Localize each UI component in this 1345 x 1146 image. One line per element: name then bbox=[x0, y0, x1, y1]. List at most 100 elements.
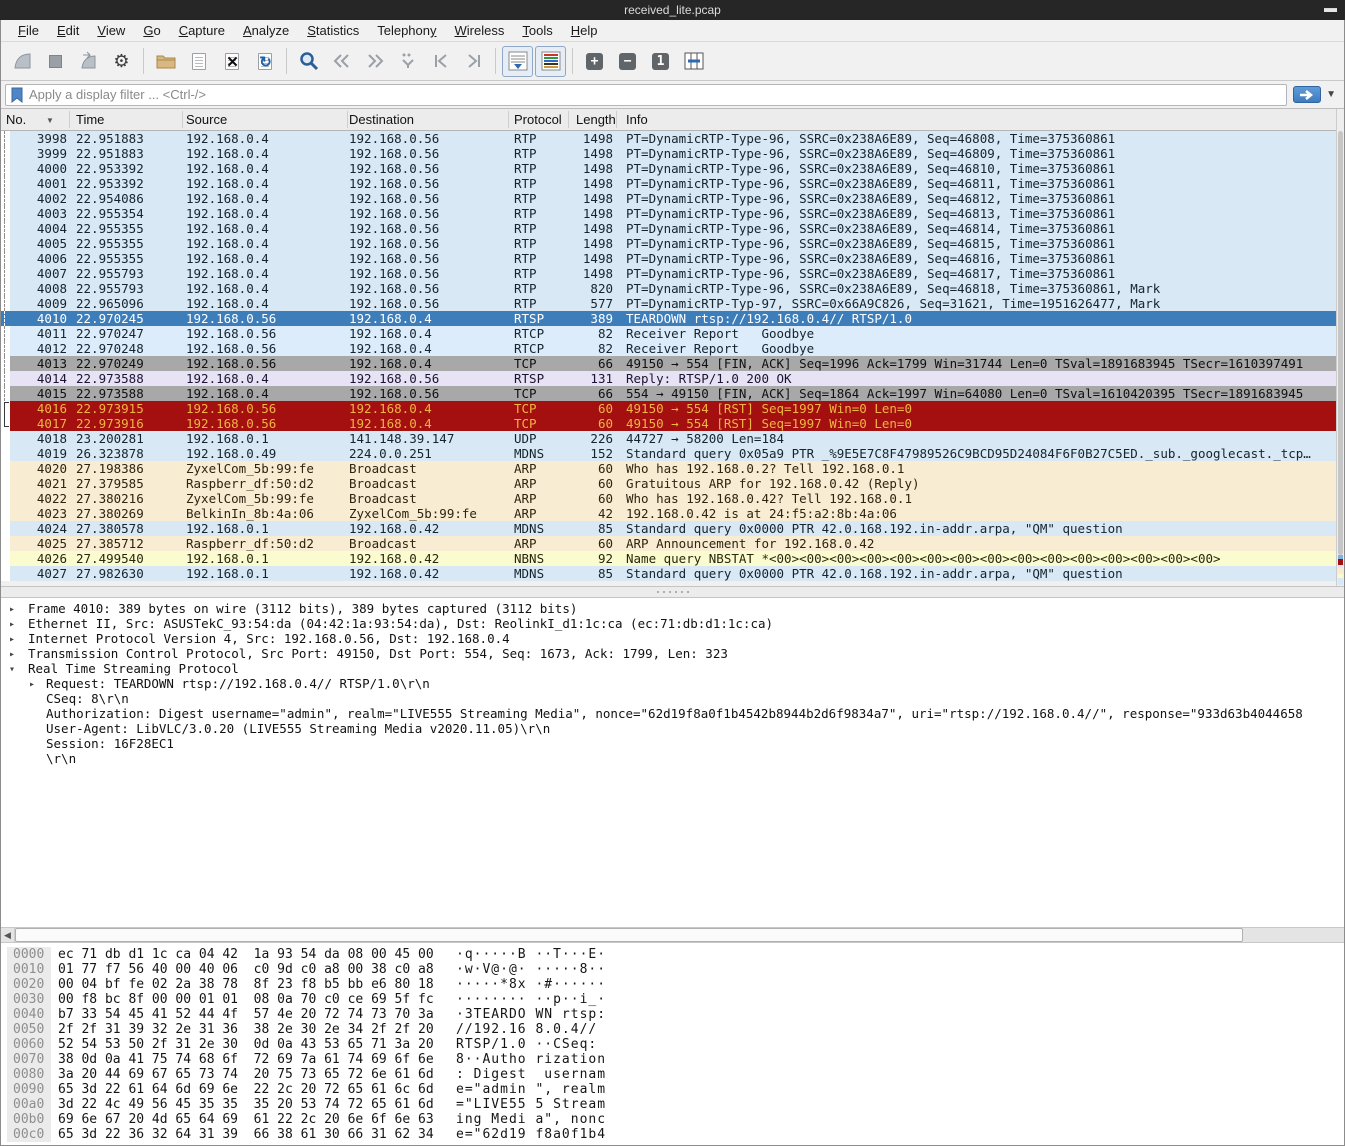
packet-row-4013[interactable]: 401322.970249192.168.0.56192.168.0.4TCP6… bbox=[1, 356, 1336, 371]
go-forward-button[interactable] bbox=[359, 46, 390, 77]
h-scrollbar-thumb[interactable] bbox=[15, 928, 1243, 942]
go-back-button[interactable] bbox=[326, 46, 357, 77]
hex-row-0000[interactable]: 0000ec 71 db d1 1c ca 04 42 1a 93 54 da … bbox=[1, 947, 1344, 962]
detail-line[interactable]: ▸Transmission Control Protocol, Src Port… bbox=[1, 646, 1344, 661]
menu-help[interactable]: Help bbox=[562, 21, 607, 40]
expander-icon[interactable]: ▸ bbox=[9, 647, 23, 662]
display-filter-input[interactable] bbox=[25, 87, 1286, 102]
menu-capture[interactable]: Capture bbox=[170, 21, 234, 40]
detail-line[interactable]: Session: 16F28EC1 bbox=[1, 736, 1344, 751]
packet-row-4012[interactable]: 401222.970248192.168.0.56192.168.0.4RTCP… bbox=[1, 341, 1336, 356]
packet-row-4017[interactable]: 401722.973916192.168.0.56192.168.0.4TCP6… bbox=[1, 416, 1336, 431]
detail-line[interactable]: ▸Ethernet II, Src: ASUSTekC_93:54:da (04… bbox=[1, 616, 1344, 631]
hex-row-00a0[interactable]: 00a03d 22 4c 49 56 45 35 35 35 20 53 74 … bbox=[1, 1097, 1344, 1112]
details-h-scrollbar[interactable]: ◀ bbox=[1, 927, 1344, 943]
packet-list-scrollbar[interactable] bbox=[1336, 109, 1344, 586]
packet-row-4000[interactable]: 400022.953392192.168.0.4192.168.0.56RTP1… bbox=[1, 161, 1336, 176]
detail-line[interactable]: ▸Request: TEARDOWN rtsp://192.168.0.4// … bbox=[1, 676, 1344, 691]
menu-go[interactable]: Go bbox=[134, 21, 169, 40]
packet-row-4007[interactable]: 400722.955793192.168.0.4192.168.0.56RTP1… bbox=[1, 266, 1336, 281]
save-file-button[interactable] bbox=[183, 46, 214, 77]
detail-line[interactable]: CSeq: 8\r\n bbox=[1, 691, 1344, 706]
column-protocol[interactable]: Protocol bbox=[514, 112, 562, 127]
packet-row-3998[interactable]: 399822.951883192.168.0.4192.168.0.56RTP1… bbox=[1, 131, 1336, 146]
packet-row-4023[interactable]: 402327.380269BelkinIn_8b:4a:06ZyxelCom_5… bbox=[1, 506, 1336, 521]
packet-row-4010[interactable]: 401022.970245192.168.0.56192.168.0.4RTSP… bbox=[1, 311, 1336, 326]
packet-row-4001[interactable]: 400122.953392192.168.0.4192.168.0.56RTP1… bbox=[1, 176, 1336, 191]
detail-line[interactable]: ▸Internet Protocol Version 4, Src: 192.1… bbox=[1, 631, 1344, 646]
packet-row-4008[interactable]: 400822.955793192.168.0.4192.168.0.56RTP8… bbox=[1, 281, 1336, 296]
packet-row-4026[interactable]: 402627.499540192.168.0.1192.168.0.42NBNS… bbox=[1, 551, 1336, 566]
column-length[interactable]: Length bbox=[576, 112, 616, 127]
packet-row-4027[interactable]: 402727.982630192.168.0.1192.168.0.42MDNS… bbox=[1, 566, 1336, 581]
resize-columns-button[interactable] bbox=[678, 46, 709, 77]
bookmark-icon[interactable] bbox=[9, 86, 25, 104]
hex-row-0080[interactable]: 00803a 20 44 69 67 65 73 74 20 75 73 65 … bbox=[1, 1067, 1344, 1082]
detail-line[interactable]: Authorization: Digest username="admin", … bbox=[1, 706, 1344, 721]
apply-filter-button[interactable] bbox=[1293, 86, 1321, 103]
menu-statistics[interactable]: Statistics bbox=[298, 21, 368, 40]
packet-row-4004[interactable]: 400422.955355192.168.0.4192.168.0.56RTP1… bbox=[1, 221, 1336, 236]
packet-row-4009[interactable]: 400922.965096192.168.0.4192.168.0.56RTP5… bbox=[1, 296, 1336, 311]
detail-line[interactable]: ▸Frame 4010: 389 bytes on wire (3112 bit… bbox=[1, 601, 1344, 616]
packet-row-4003[interactable]: 400322.955354192.168.0.4192.168.0.56RTP1… bbox=[1, 206, 1336, 221]
hex-row-00b0[interactable]: 00b069 6e 67 20 4d 65 64 69 61 22 2c 20 … bbox=[1, 1112, 1344, 1127]
expander-icon[interactable]: ▸ bbox=[9, 602, 23, 617]
expander-icon[interactable]: ▸ bbox=[29, 677, 43, 692]
expander-open-icon[interactable]: ▾ bbox=[9, 662, 23, 677]
packet-row-4020[interactable]: 402027.198386ZyxelCom_5b:99:feBroadcastA… bbox=[1, 461, 1336, 476]
hex-row-0030[interactable]: 003000 f8 bc 8f 00 00 01 01 08 0a 70 c0 … bbox=[1, 992, 1344, 1007]
scrollbar-thumb[interactable] bbox=[1338, 131, 1343, 555]
pane-splitter[interactable] bbox=[1, 586, 1344, 598]
packet-row-4011[interactable]: 401122.970247192.168.0.56192.168.0.4RTCP… bbox=[1, 326, 1336, 341]
packet-row-4022[interactable]: 402227.380216ZyxelCom_5b:99:feBroadcastA… bbox=[1, 491, 1336, 506]
capture-options-button[interactable]: ⚙ bbox=[106, 46, 137, 77]
minimize-button[interactable]: ▬ bbox=[1324, 0, 1337, 15]
packet-row-4024[interactable]: 402427.380578192.168.0.1192.168.0.42MDNS… bbox=[1, 521, 1336, 536]
packet-row-4005[interactable]: 400522.955355192.168.0.4192.168.0.56RTP1… bbox=[1, 236, 1336, 251]
menu-wireless[interactable]: Wireless bbox=[446, 21, 514, 40]
hex-row-0060[interactable]: 006052 54 53 50 2f 31 2e 30 0d 0a 43 53 … bbox=[1, 1037, 1344, 1052]
hex-row-00c0[interactable]: 00c065 3d 22 36 32 64 31 39 66 38 61 30 … bbox=[1, 1127, 1344, 1142]
hex-row-0040[interactable]: 0040b7 33 54 45 41 52 44 4f 57 4e 20 72 … bbox=[1, 1007, 1344, 1022]
packet-row-4014[interactable]: 401422.973588192.168.0.4192.168.0.56RTSP… bbox=[1, 371, 1336, 386]
zoom-out-button[interactable]: − bbox=[612, 46, 643, 77]
reload-file-button[interactable]: ↻ bbox=[249, 46, 280, 77]
column-source[interactable]: Source bbox=[186, 112, 227, 127]
packet-row-3999[interactable]: 399922.951883192.168.0.4192.168.0.56RTP1… bbox=[1, 146, 1336, 161]
go-last-button[interactable] bbox=[458, 46, 489, 77]
hex-row-0070[interactable]: 007038 0d 0a 41 75 74 68 6f 72 69 7a 61 … bbox=[1, 1052, 1344, 1067]
start-capture-button[interactable] bbox=[7, 46, 38, 77]
zoom-100-button[interactable]: 1 bbox=[645, 46, 676, 77]
restart-capture-button[interactable] bbox=[73, 46, 104, 77]
detail-line[interactable]: \r\n bbox=[1, 751, 1344, 766]
close-file-button[interactable]: ✕ bbox=[216, 46, 247, 77]
packet-row-4021[interactable]: 402127.379585Raspberr_df:50:d2BroadcastA… bbox=[1, 476, 1336, 491]
open-file-button[interactable] bbox=[150, 46, 181, 77]
packet-row-4018[interactable]: 401823.200281192.168.0.1141.148.39.147UD… bbox=[1, 431, 1336, 446]
zoom-in-button[interactable]: + bbox=[579, 46, 610, 77]
hex-row-0090[interactable]: 009065 3d 22 61 64 6d 69 6e 22 2c 20 72 … bbox=[1, 1082, 1344, 1097]
go-first-button[interactable] bbox=[425, 46, 456, 77]
packet-row-4002[interactable]: 400222.954086192.168.0.4192.168.0.56RTP1… bbox=[1, 191, 1336, 206]
hex-row-0050[interactable]: 00502f 2f 31 39 32 2e 31 36 38 2e 30 2e … bbox=[1, 1022, 1344, 1037]
colorize-button[interactable] bbox=[535, 46, 566, 77]
menu-analyze[interactable]: Analyze bbox=[234, 21, 298, 40]
hex-row-0020[interactable]: 002000 04 bf fe 02 2a 38 78 8f 23 f8 b5 … bbox=[1, 977, 1344, 992]
detail-line[interactable]: ▾Real Time Streaming Protocol bbox=[1, 661, 1344, 676]
packet-row-4016[interactable]: 401622.973915192.168.0.56192.168.0.4TCP6… bbox=[1, 401, 1336, 416]
column-destination[interactable]: Destination bbox=[349, 112, 414, 127]
column-time[interactable]: Time bbox=[76, 112, 104, 127]
menu-tools[interactable]: Tools bbox=[513, 21, 561, 40]
auto-scroll-button[interactable] bbox=[502, 46, 533, 77]
find-packet-button[interactable] bbox=[293, 46, 324, 77]
packet-row-4025[interactable]: 402527.385712Raspberr_df:50:d2BroadcastA… bbox=[1, 536, 1336, 551]
packet-row-4006[interactable]: 400622.955355192.168.0.4192.168.0.56RTP1… bbox=[1, 251, 1336, 266]
menu-edit[interactable]: Edit bbox=[48, 21, 88, 40]
menu-file[interactable]: File bbox=[9, 21, 48, 40]
expander-icon[interactable]: ▸ bbox=[9, 617, 23, 632]
expander-icon[interactable]: ▸ bbox=[9, 632, 23, 647]
menu-view[interactable]: View bbox=[88, 21, 134, 40]
hex-row-0010[interactable]: 001001 77 f7 56 40 00 40 06 c0 9d c0 a8 … bbox=[1, 962, 1344, 977]
packet-row-4015[interactable]: 401522.973588192.168.0.4192.168.0.56TCP6… bbox=[1, 386, 1336, 401]
